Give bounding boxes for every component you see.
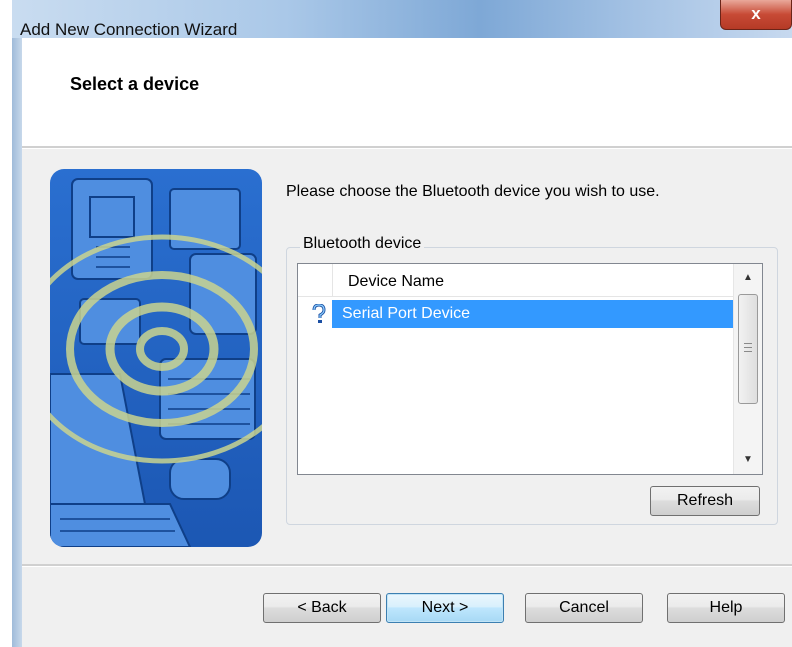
title-bar[interactable]: Add New Connection Wizard x	[12, 0, 792, 39]
wizard-window: Add New Connection Wizard x Select a dev…	[12, 0, 792, 647]
wizard-content: Please choose the Bluetooth device you w…	[22, 149, 792, 564]
device-name: Serial Port Device	[342, 305, 471, 322]
close-button[interactable]: x	[720, 0, 792, 30]
groupbox-label: Bluetooth device	[300, 235, 425, 253]
scroll-up-icon[interactable]: ▲	[734, 264, 762, 292]
device-list[interactable]: Device Name Serial Port Device ▲ ▼	[297, 263, 763, 475]
wizard-header: Select a device	[22, 38, 792, 146]
scroll-down-icon[interactable]: ▼	[734, 446, 762, 474]
list-item[interactable]: Serial Port Device	[298, 300, 734, 328]
bluetooth-unknown-device-icon	[310, 303, 328, 324]
close-icon: x	[751, 4, 761, 23]
back-button[interactable]: < Back	[263, 593, 381, 623]
cancel-button[interactable]: Cancel	[525, 593, 643, 623]
refresh-button[interactable]: Refresh	[650, 486, 760, 516]
page-title: Select a device	[70, 74, 200, 94]
vertical-scrollbar[interactable]: ▲ ▼	[733, 264, 762, 474]
bluetooth-banner-image	[50, 169, 262, 547]
window-frame-left	[12, 38, 22, 647]
wizard-footer: < Back Next > Cancel Help	[22, 567, 792, 647]
scrollbar-thumb[interactable]	[738, 294, 758, 404]
icon-column-header[interactable]	[298, 264, 333, 296]
instruction-text: Please choose the Bluetooth device you w…	[286, 183, 660, 200]
window-title: Add New Connection Wizard	[20, 20, 238, 39]
list-header: Device Name	[298, 264, 734, 297]
help-button[interactable]: Help	[667, 593, 785, 623]
grip-icon	[744, 343, 752, 355]
column-header-device-name[interactable]: Device Name	[348, 273, 444, 291]
next-button[interactable]: Next >	[386, 593, 504, 623]
